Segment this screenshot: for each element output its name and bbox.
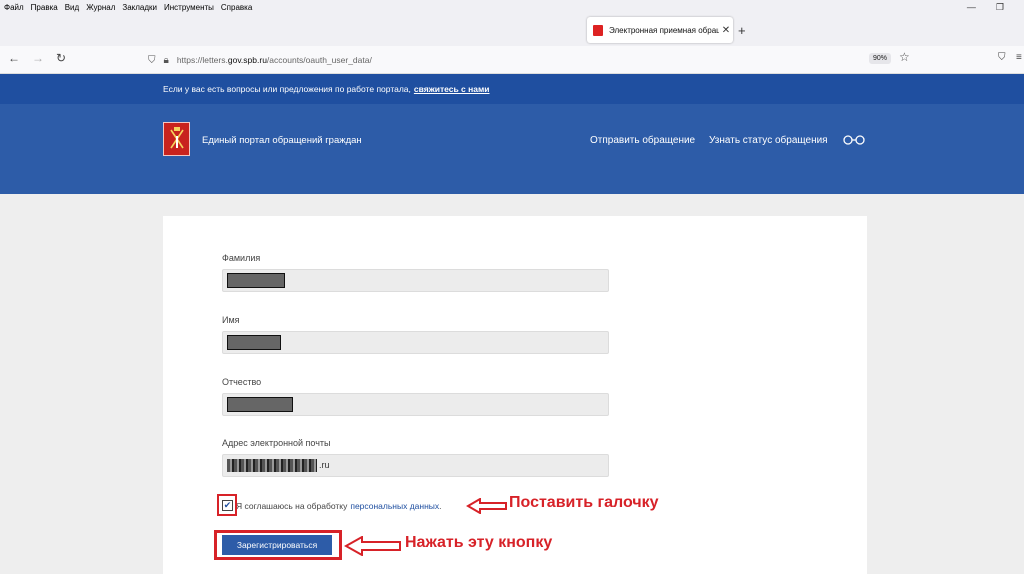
menu-help[interactable]: Справка	[221, 3, 252, 12]
annotation-check: Поставить галочку	[509, 494, 659, 511]
tab-title: Электронная приемная обращ	[609, 25, 719, 35]
url-bar[interactable]: ⛉ 🔒︎ https://letters. gov.spb.ru/accounts…	[148, 49, 918, 71]
nav-bar: ← → ↻ ⛉ 🔒︎ https://letters. gov.spb.ru/ac…	[0, 46, 1024, 74]
surname-field[interactable]	[222, 269, 609, 292]
menu-tools[interactable]: Инструменты	[164, 3, 214, 12]
site-header: Единый портал обращений граждан Отправит…	[0, 104, 1024, 194]
redacted-value	[227, 335, 281, 350]
menu-edit[interactable]: Правка	[31, 3, 58, 12]
close-tab-icon[interactable]: ✕	[719, 25, 733, 36]
redacted-email	[227, 459, 317, 472]
favicon-icon	[593, 24, 603, 36]
personal-data-link[interactable]: персональных данных	[350, 501, 439, 511]
nav-check-status[interactable]: Узнать статус обращения	[709, 135, 828, 146]
pocket-icon[interactable]: ⛉	[998, 52, 1006, 63]
redacted-value	[227, 397, 293, 412]
email-label: Адрес электронной почты	[222, 438, 331, 448]
redacted-value	[227, 273, 285, 288]
minimize-icon[interactable]: —	[967, 2, 976, 12]
email-suffix: .ru	[319, 460, 330, 470]
arrow-left-icon	[344, 536, 401, 556]
info-bar: Если у вас есть вопросы или предложения …	[0, 74, 1024, 104]
menu-view[interactable]: Вид	[65, 3, 79, 12]
email-field[interactable]: .ru	[222, 454, 609, 477]
reload-icon[interactable]: ↻	[56, 51, 66, 65]
patronymic-field[interactable]	[222, 393, 609, 416]
surname-label: Фамилия	[222, 253, 261, 263]
info-text: Если у вас есть вопросы или предложения …	[163, 84, 411, 94]
url-domain: gov.spb.ru	[227, 55, 267, 65]
name-field[interactable]	[222, 331, 609, 354]
consent-text: Я соглашаюсь на обработку	[236, 500, 348, 511]
accessibility-glasses-icon[interactable]	[843, 133, 865, 145]
window-controls: — ❐	[967, 0, 1004, 14]
restore-icon[interactable]: ❐	[996, 2, 1004, 13]
back-icon[interactable]: ←	[8, 51, 20, 65]
contact-link[interactable]: свяжитесь с нами	[414, 84, 490, 94]
url-prefix: https://letters.	[176, 55, 228, 65]
tab-active[interactable]: Электронная приемная обращ ✕	[587, 17, 733, 43]
zoom-level[interactable]: 90%	[869, 53, 892, 64]
registration-form-card: Фамилия Имя Отчество Адрес электронной п…	[163, 216, 867, 574]
menu-bar: Файл Правка Вид Журнал Закладки Инструме…	[0, 0, 1024, 14]
spb-coat-of-arms-logo[interactable]	[163, 122, 190, 156]
shield-icon: ⛉	[148, 54, 156, 66]
url-path: /accounts/oauth_user_data/	[266, 55, 372, 65]
menu-icon[interactable]: ≡	[1016, 52, 1022, 63]
patronymic-label: Отчество	[222, 377, 262, 387]
consent-row: ✔ Я соглашаюсь на обработку персональных…	[222, 500, 442, 511]
menu-history[interactable]: Журнал	[86, 3, 115, 12]
keys-icon	[169, 127, 184, 149]
menu-bookmarks[interactable]: Закладки	[122, 3, 157, 12]
register-button[interactable]: Зарегистрироваться	[222, 535, 332, 555]
portal-title[interactable]: Единый портал обращений граждан	[202, 135, 362, 146]
checkbox-highlight-frame	[217, 494, 237, 516]
annotation-button: Нажать эту кнопку	[405, 534, 553, 551]
lock-icon: 🔒︎	[163, 54, 169, 66]
menu-file[interactable]: Файл	[4, 3, 24, 12]
bookmark-star-icon[interactable]: ☆	[899, 50, 910, 64]
forward-icon[interactable]: →	[32, 51, 44, 65]
new-tab-icon[interactable]: +	[738, 23, 746, 38]
name-label: Имя	[222, 315, 240, 325]
tab-bar: Электронная приемная обращ ✕ +	[0, 14, 1024, 46]
nav-send-appeal[interactable]: Отправить обращение	[590, 135, 695, 146]
arrow-left-icon	[466, 498, 507, 514]
